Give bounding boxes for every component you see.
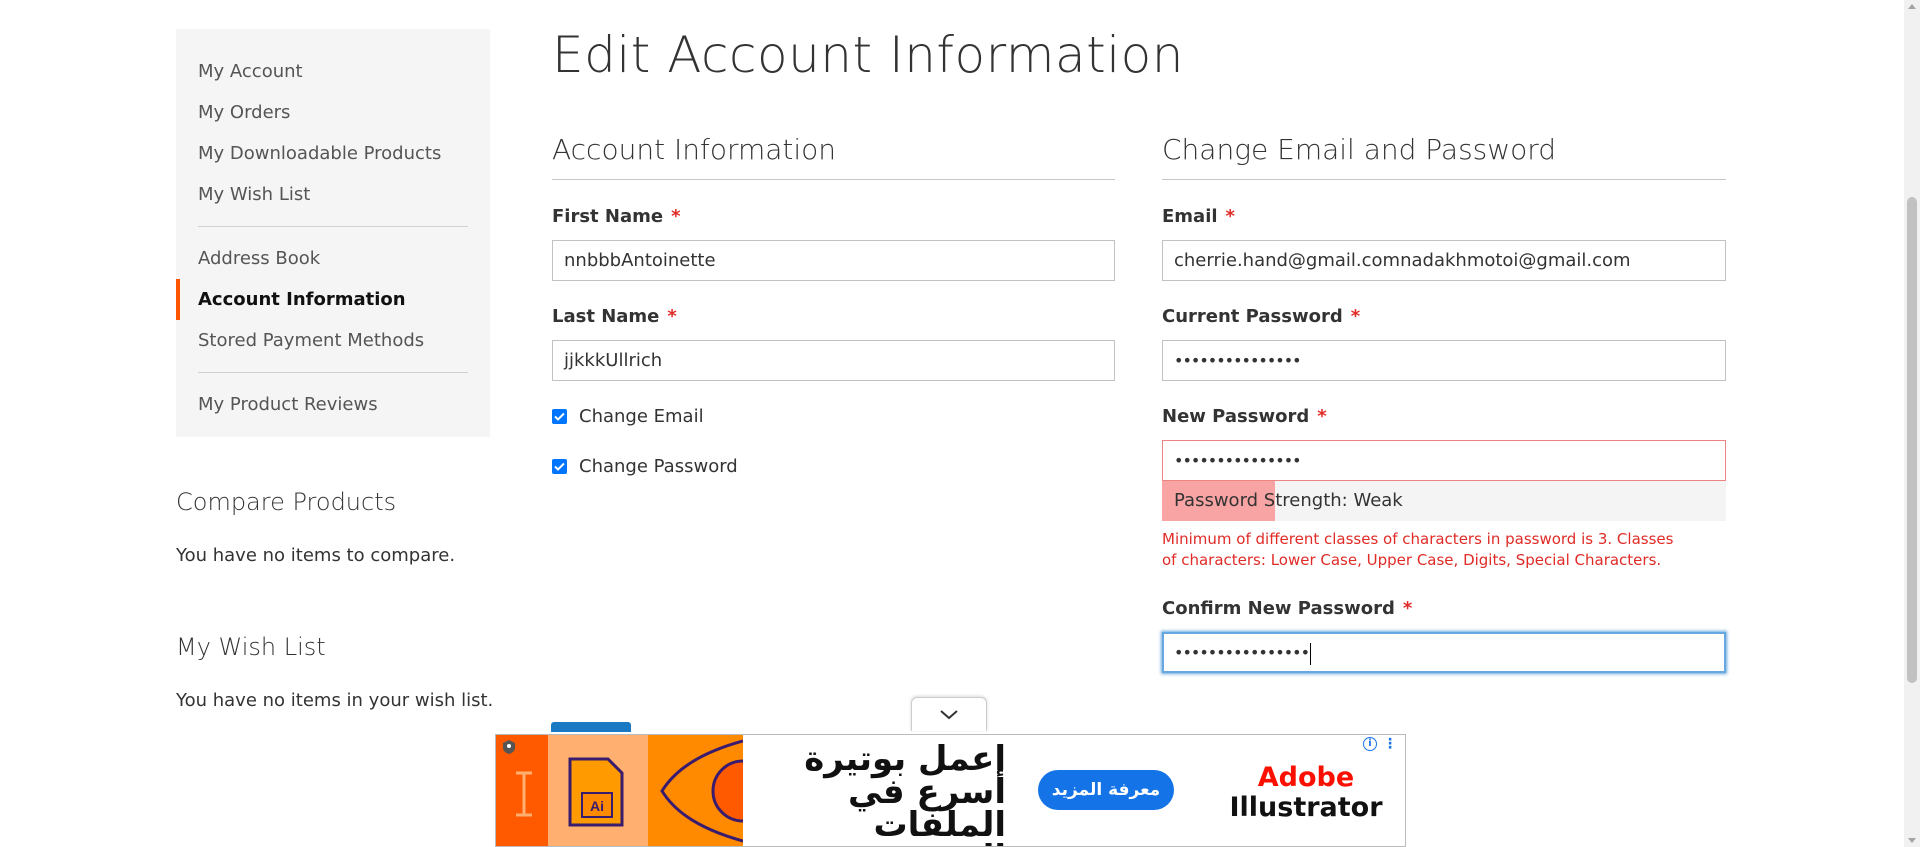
nav-divider (198, 372, 468, 373)
nav-item-downloadable-products[interactable]: My Downloadable Products (176, 133, 490, 174)
last-name-label: Last Name * (552, 306, 677, 327)
nav-item-product-reviews[interactable]: My Product Reviews (176, 384, 490, 425)
confirm-password-value: •••••••••••••••• (1174, 643, 1310, 662)
email-input[interactable]: cherrie.hand@gmail.comnadakhmotoi@gmail.… (1162, 240, 1726, 281)
account-info-title: Account Information (552, 133, 837, 166)
account-nav: My Account My Orders My Downloadable Pro… (176, 29, 490, 437)
first-name-input[interactable]: nnbbbAntoinette (552, 240, 1115, 281)
nav-item-my-account[interactable]: My Account (176, 51, 490, 92)
required-mark: * (1225, 206, 1235, 227)
ad-banner[interactable]: Ai اعمل بوتيرة أسرع في الملفات المعقدة. … (495, 734, 1406, 847)
svg-text:Ai: Ai (590, 798, 604, 814)
ad-more-options-icon[interactable]: ⋮ (1383, 737, 1397, 751)
change-email-checkbox-row[interactable]: Change Email (552, 406, 704, 427)
adchoices-icon[interactable] (502, 739, 516, 755)
change-email-checkbox[interactable] (552, 409, 567, 424)
compare-empty-text: You have no items to compare. (176, 545, 456, 566)
text-cursor-icon (516, 771, 532, 817)
ad-cta-button[interactable]: معرفة المزيد (1038, 770, 1174, 810)
email-label: Email * (1162, 206, 1235, 227)
nav-item-wish-list[interactable]: My Wish List (176, 174, 490, 215)
current-password-label: Current Password * (1162, 306, 1361, 327)
scroll-thumb[interactable] (1907, 197, 1917, 683)
pen-shape-icon (660, 739, 743, 843)
new-password-input[interactable]: ••••••••••••••• (1162, 440, 1726, 481)
fieldset-divider (1162, 179, 1726, 180)
scroll-up-arrow-icon[interactable] (1908, 4, 1916, 9)
save-button[interactable] (551, 722, 631, 732)
ad-collapse-button[interactable] (911, 697, 987, 731)
nav-item-stored-payment-methods[interactable]: Stored Payment Methods (176, 320, 490, 361)
password-strength-meter: Password Strength: Weak (1162, 481, 1726, 521)
required-mark: * (667, 306, 677, 327)
ad-headline: اعمل بوتيرة أسرع في الملفات المعقدة. (804, 739, 1006, 846)
required-mark: * (1317, 406, 1327, 427)
change-email-label[interactable]: Change Email (579, 406, 704, 427)
nav-item-address-book[interactable]: Address Book (176, 238, 490, 279)
scroll-down-arrow-icon[interactable] (1908, 838, 1916, 843)
text-caret (1310, 642, 1311, 665)
confirm-password-input[interactable]: •••••••••••••••• (1162, 632, 1726, 673)
chevron-down-icon (940, 709, 958, 719)
page-title: Edit Account Information (552, 26, 1184, 84)
required-mark: * (671, 206, 681, 227)
change-password-checkbox[interactable] (552, 459, 567, 474)
wishlist-title: My Wish List (176, 633, 326, 661)
current-password-input[interactable]: ••••••••••••••• (1162, 340, 1726, 381)
nav-item-my-orders[interactable]: My Orders (176, 92, 490, 133)
ad-brand-logo: Adobe Illustrator (1229, 762, 1383, 823)
confirm-password-label: Confirm New Password * (1162, 598, 1413, 619)
required-mark: * (1350, 306, 1361, 327)
last-name-input[interactable]: jjkkkUllrich (552, 340, 1115, 381)
nav-divider (198, 226, 468, 227)
fieldset-divider (552, 179, 1115, 180)
change-password-label[interactable]: Change Password (579, 456, 738, 477)
nav-item-account-information: Account Information (176, 279, 490, 320)
ad-info-icon[interactable]: i (1363, 737, 1377, 751)
new-password-label: New Password * (1162, 406, 1327, 427)
required-mark: * (1402, 598, 1413, 619)
ad-artwork: Ai (496, 735, 743, 846)
password-strength-text: Password Strength: Weak (1174, 490, 1403, 511)
compare-products-title: Compare Products (176, 488, 397, 516)
password-error-message: Minimum of different classes of characte… (1162, 530, 1674, 569)
change-password-checkbox-row[interactable]: Change Password (552, 456, 738, 477)
first-name-label: First Name * (552, 206, 681, 227)
change-email-password-title: Change Email and Password (1162, 133, 1557, 166)
illustrator-file-icon: Ai (568, 757, 624, 827)
wishlist-empty-text: You have no items in your wish list. (176, 690, 494, 711)
page-scrollbar[interactable] (1904, 0, 1920, 847)
